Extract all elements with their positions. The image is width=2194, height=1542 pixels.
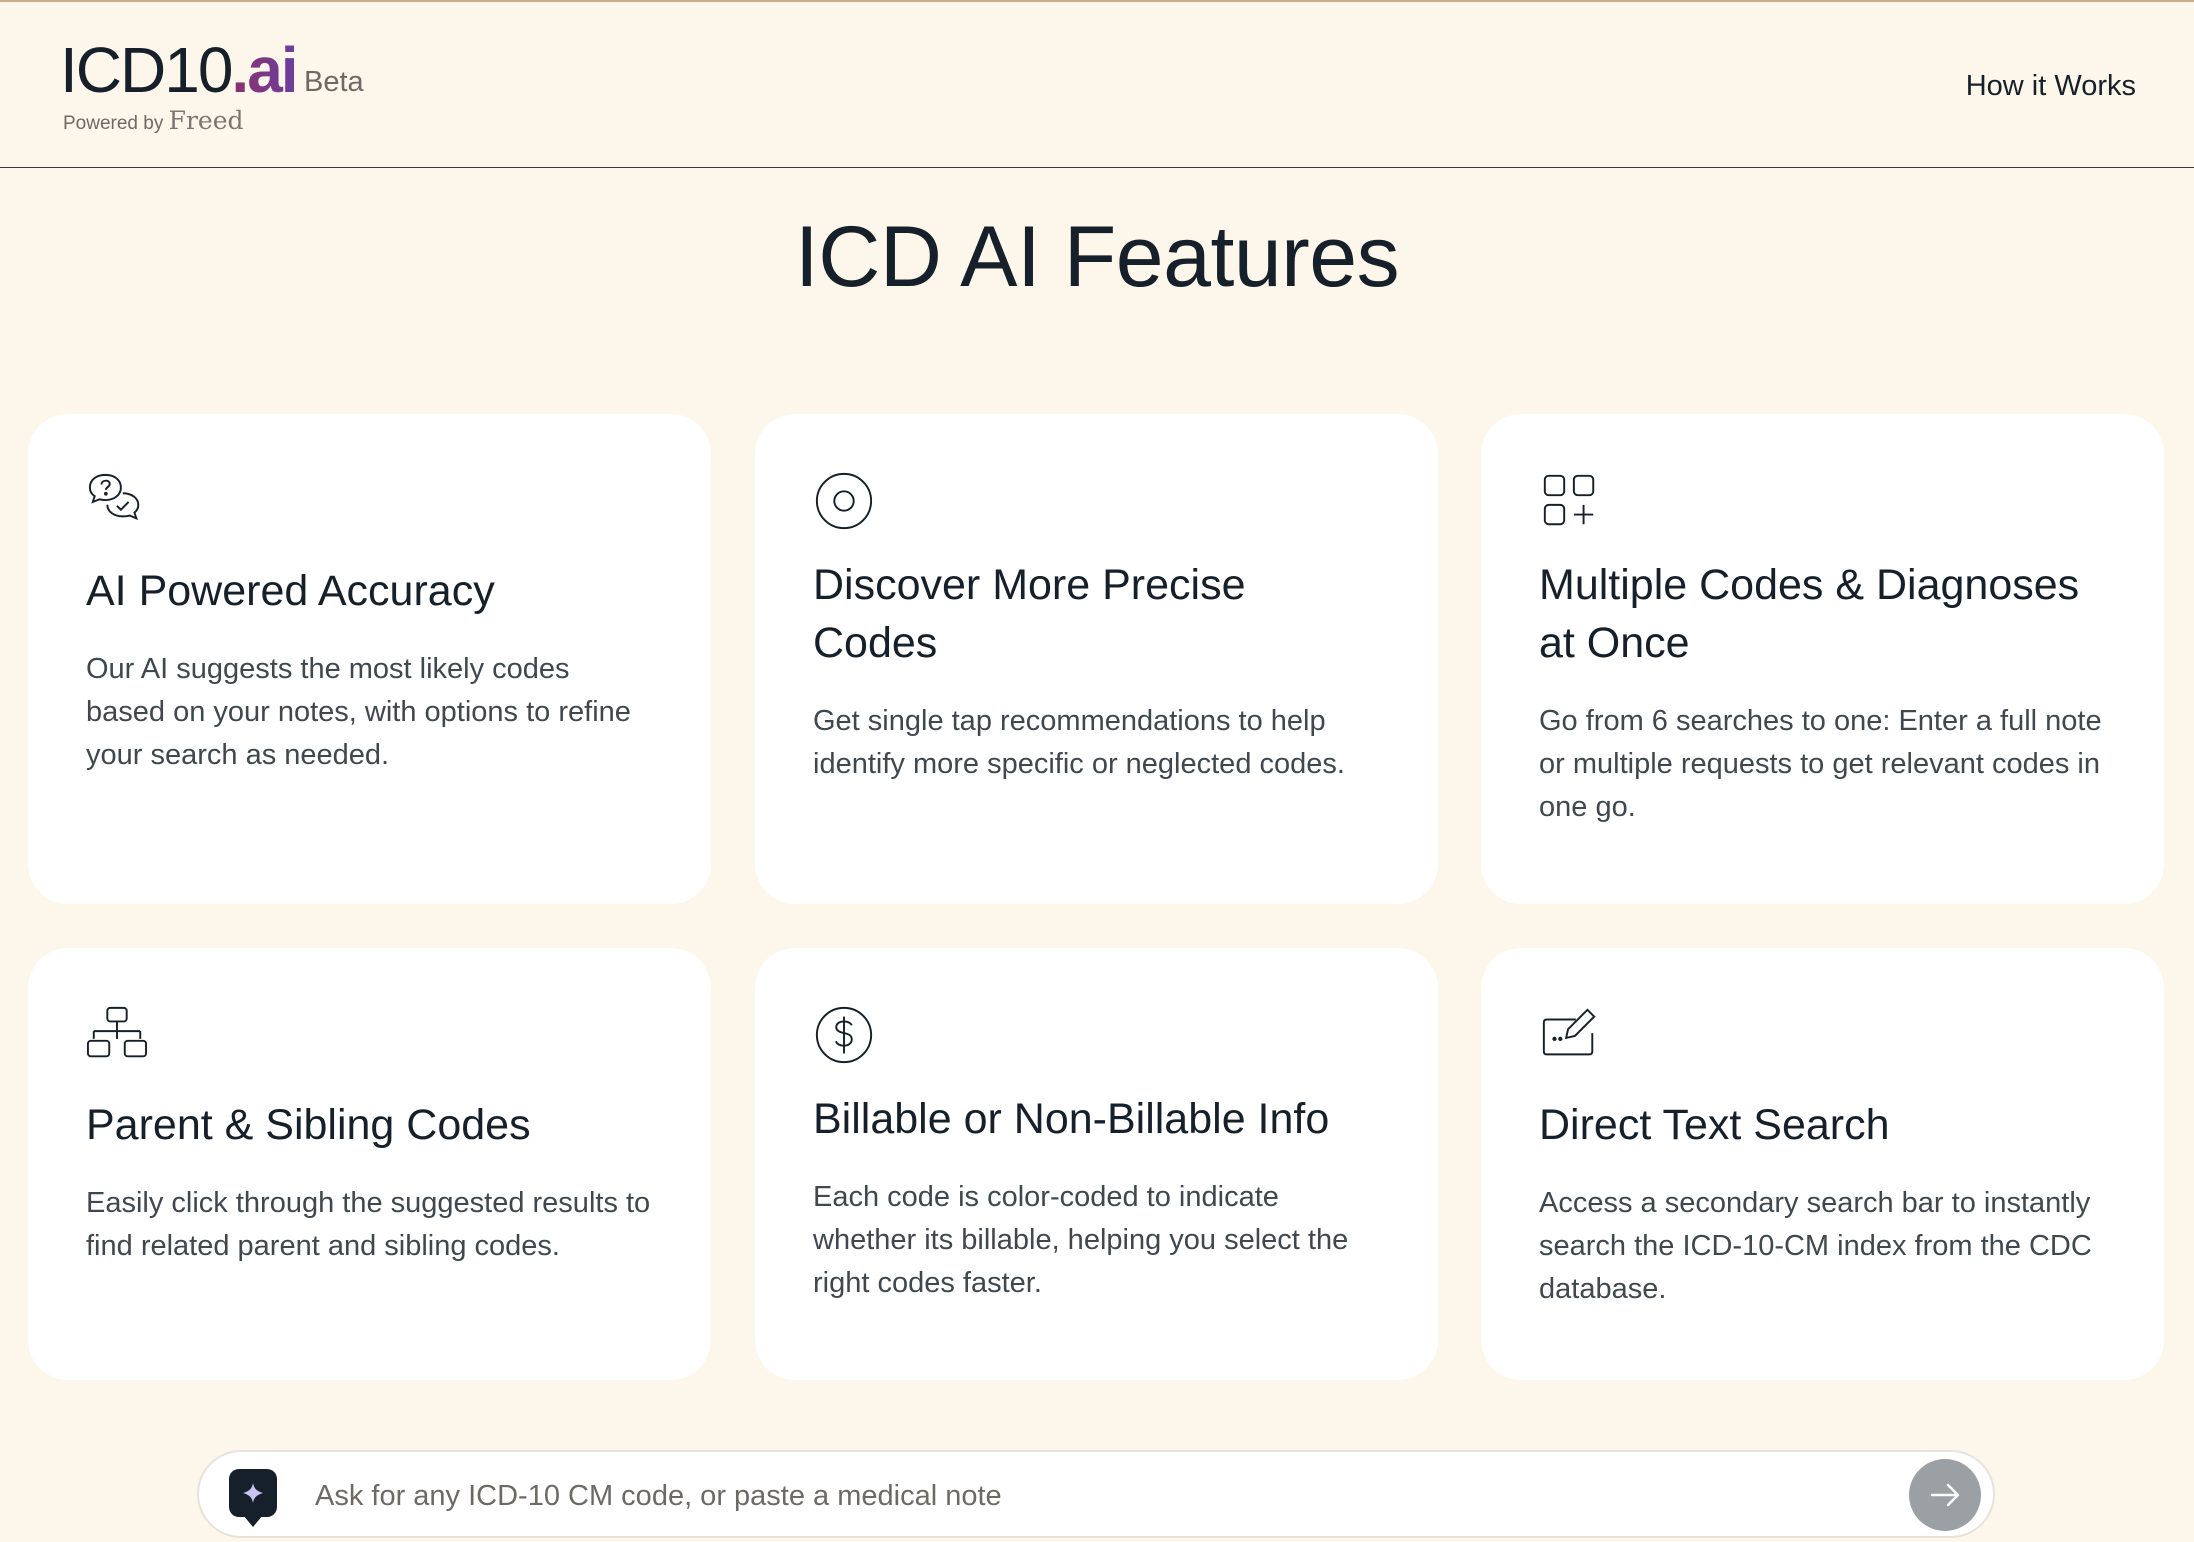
feature-card-direct-search: Direct Text Search Access a secondary se… xyxy=(1481,948,2164,1380)
how-it-works-link[interactable]: How it Works xyxy=(1966,70,2136,103)
arrow-right-icon xyxy=(1930,1483,1960,1507)
logo-wordmark: ICD10.ai xyxy=(60,34,299,106)
feature-card-billable: Billable or Non-Billable Info Each code … xyxy=(755,948,1438,1380)
site-header: ICD10.ai Powered by Freed Beta How it Wo… xyxy=(0,2,2194,168)
feature-title: Discover More Precise Codes xyxy=(813,561,1246,667)
feature-card-precise-codes: Discover More Precise Codes Get single t… xyxy=(755,414,1438,904)
feature-description: Our AI suggests the most likely codes ba… xyxy=(86,653,631,771)
brand-freed: Freed xyxy=(168,106,244,135)
logo[interactable]: ICD10.ai Powered by Freed xyxy=(60,34,299,135)
beta-badge: Beta xyxy=(304,66,364,98)
feature-card-multiple-codes: Multiple Codes & Diagnoses at Once Go fr… xyxy=(1481,414,2164,904)
sparkle-chat-icon xyxy=(229,1469,277,1527)
chat-question-check-icon xyxy=(88,473,140,521)
feature-description: Go from 6 searches to one: Enter a full … xyxy=(1539,705,2102,823)
feature-title: Direct Text Search xyxy=(1539,1101,1890,1149)
dollar-circle-icon xyxy=(815,1006,873,1064)
search-bar xyxy=(197,1450,1995,1538)
feature-description: Get single tap recommendations to help i… xyxy=(813,705,1345,780)
feature-title: AI Powered Accuracy xyxy=(86,567,495,615)
feature-description: Easily click through the suggested resul… xyxy=(86,1187,651,1262)
target-icon xyxy=(815,472,873,530)
feature-card-parent-sibling: Parent & Sibling Codes Easily click thro… xyxy=(28,948,711,1380)
feature-title: Parent & Sibling Codes xyxy=(86,1101,531,1149)
feature-description: Each code is color-coded to indicate whe… xyxy=(813,1181,1349,1299)
hierarchy-icon xyxy=(86,1006,148,1058)
edit-field-icon xyxy=(1542,1008,1596,1056)
feature-description: Access a secondary search bar to instant… xyxy=(1539,1187,2092,1305)
logo-accent: .ai xyxy=(231,34,298,106)
feature-card-ai-accuracy: AI Powered Accuracy Our AI suggests the … xyxy=(28,414,711,904)
page-title: ICD AI Features xyxy=(794,209,1400,305)
feature-title: Multiple Codes & Diagnoses at Once xyxy=(1539,561,2080,667)
grid-plus-icon xyxy=(1543,474,1595,526)
feature-title: Billable or Non-Billable Info xyxy=(813,1095,1330,1143)
send-button[interactable] xyxy=(1909,1459,1981,1531)
powered-by: Powered by Freed xyxy=(63,106,244,135)
search-input[interactable] xyxy=(313,1462,1837,1530)
